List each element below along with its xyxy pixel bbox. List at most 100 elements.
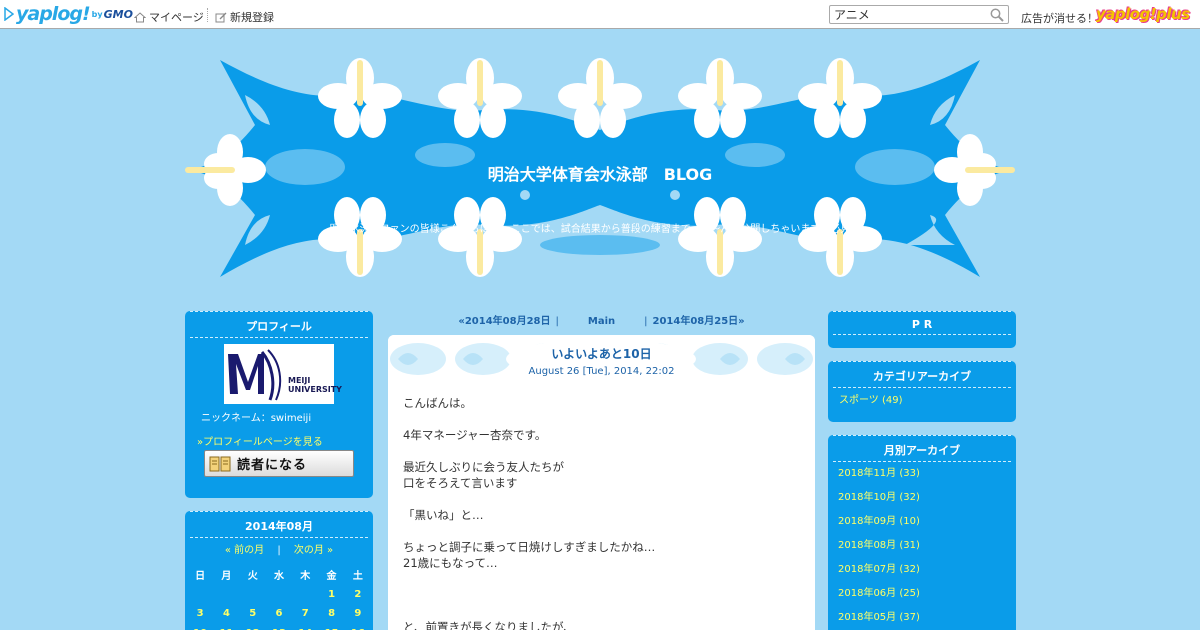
- mypage-link[interactable]: マイページ: [134, 9, 204, 25]
- logo-by: by: [91, 9, 103, 19]
- weekday-label: 日: [195, 571, 206, 583]
- entry-line: [403, 523, 655, 539]
- yaplog-plus-logo[interactable]: yaplog!plus: [1096, 5, 1190, 23]
- entry-line: [403, 571, 655, 587]
- entry-line: [403, 603, 655, 619]
- logo-text: yaplog!: [16, 3, 91, 25]
- register-link[interactable]: 新規登録: [215, 9, 274, 25]
- nickname: ニックネーム：swimeiji: [201, 413, 312, 424]
- weekday-label: 火: [247, 571, 258, 583]
- entry-line: ちょっと調子に乗って日焼けしすぎましたかね…: [403, 540, 656, 554]
- weekday-label: 月: [221, 571, 232, 583]
- calendar-day[interactable]: 7: [292, 608, 318, 619]
- search-input[interactable]: [830, 6, 980, 23]
- nav-separator: |: [555, 316, 559, 327]
- weekday-label: 水: [273, 571, 284, 583]
- logo-play-icon: [4, 7, 14, 21]
- profile-heading: プロフィール: [190, 312, 368, 338]
- calendar-day[interactable]: 5: [240, 608, 266, 619]
- blog-title[interactable]: 明治大学体育会水泳部 BLOG: [185, 161, 1015, 185]
- month-link[interactable]: 2018年05月 (37): [838, 608, 920, 630]
- search-box: [829, 5, 1009, 24]
- weekday-label: 金: [326, 571, 337, 583]
- university-name-line1: MEIJI: [288, 376, 311, 385]
- entry-line: [403, 443, 655, 459]
- entry-date: August 26 [Tue], 2014, 22:02: [528, 366, 675, 377]
- university-name-line2: UNIVERSITY: [288, 385, 342, 394]
- blog-header: 明治大学体育会水泳部 BLOG 明大水泳部ファンの皆様こんにちは☆☆ ここでは、…: [185, 55, 1015, 280]
- month-link[interactable]: 2018年07月 (32): [838, 560, 920, 584]
- category-link-sports[interactable]: スポーツ (49): [839, 391, 903, 406]
- meiji-university-logo[interactable]: MEIJI UNIVERSITY: [224, 344, 342, 404]
- calendar-day[interactable]: 4: [213, 608, 239, 619]
- profile-box: プロフィール MEIJI UNIVERSITY ニックネーム：swimeiji …: [185, 311, 373, 498]
- meiji-emblem-icon: [228, 349, 282, 401]
- entry-body: こんばんは。 4年マネージャー杏奈です。 最近久しぶりに会う友人たちが 口をそろ…: [403, 395, 655, 630]
- entry-line: 最近久しぶりに会う友人たちが: [403, 460, 564, 474]
- entry-nav: «2014年08月28日 | Main | 2014年08月25日»: [388, 312, 815, 327]
- university-name: MEIJI UNIVERSITY: [288, 376, 342, 394]
- become-reader-label: 読者になる: [237, 458, 308, 473]
- register-label: 新規登録: [230, 11, 274, 24]
- nav-separator: |: [644, 316, 648, 327]
- entry-line: 4年マネージャー杏奈です。: [403, 428, 547, 442]
- category-archive-box: カテゴリアーカイブ スポーツ (49): [828, 361, 1016, 422]
- entry-line: 「黒いね」と…: [403, 508, 484, 522]
- yaplog-logo[interactable]: yaplog! by GMO: [4, 2, 133, 26]
- blog-description: 明大水泳部ファンの皆様こんにちは☆☆ ここでは、試合結果から普段の練習まで、ど〜…: [329, 224, 871, 235]
- category-heading: カテゴリアーカイブ: [833, 362, 1011, 388]
- calendar-week-row: 10 11 12 13 14 15 16: [187, 624, 371, 630]
- calendar-box: 2014年08月 « 前の月 | 次の月 » 日 月 火 水 木 金 土 1 2…: [185, 511, 373, 630]
- entry-line: 口をそろえて言います: [403, 476, 518, 490]
- calendar-nav: « 前の月 | 次の月 »: [185, 541, 373, 556]
- entry-line: [403, 587, 655, 603]
- logo-gmo: GMO: [103, 7, 133, 21]
- month-link[interactable]: 2018年08月 (31): [838, 536, 920, 560]
- calendar-day[interactable]: 8: [318, 608, 344, 619]
- top-divider: [207, 8, 208, 22]
- become-reader-button[interactable]: 読者になる: [204, 450, 354, 477]
- calendar-weekday-row: 日 月 火 水 木 金 土: [187, 565, 371, 585]
- book-icon: [209, 456, 231, 471]
- calendar-day[interactable]: 1: [318, 589, 344, 600]
- blog-entry: いよいよあと10日 August 26 [Tue], 2014, 22:02 こ…: [388, 335, 815, 630]
- entry-title[interactable]: いよいよあと10日: [388, 345, 815, 362]
- calendar-day[interactable]: 6: [266, 608, 292, 619]
- month-link[interactable]: 2018年09月 (10): [838, 512, 920, 536]
- entry-line: 21歳にもなって…: [403, 556, 498, 570]
- calendar-day[interactable]: 2: [345, 589, 371, 600]
- main-link[interactable]: Main: [588, 316, 615, 327]
- entry-line: [403, 491, 655, 507]
- next-entry-link[interactable]: 2014年08月25日»: [653, 316, 745, 327]
- calendar-nav-separator: |: [277, 545, 281, 556]
- calendar-next-month[interactable]: 次の月 »: [294, 545, 333, 556]
- month-link[interactable]: 2018年06月 (25): [838, 584, 920, 608]
- weekday-label: 土: [352, 571, 363, 583]
- monthly-archive-box: 月別アーカイブ 2018年11月 (33) 2018年10月 (32) 2018…: [828, 435, 1016, 630]
- calendar-day[interactable]: 9: [345, 608, 371, 619]
- prev-entry-link[interactable]: «2014年08月28日: [458, 316, 550, 327]
- calendar-heading: 2014年08月: [190, 512, 368, 538]
- entry-line: [403, 411, 655, 427]
- month-link[interactable]: 2018年10月 (32): [838, 488, 920, 512]
- home-icon: [134, 11, 146, 22]
- pr-heading: P R: [833, 312, 1011, 335]
- profile-page-link[interactable]: »プロフィールページを見る: [197, 433, 323, 448]
- calendar-week-row: 1 2: [187, 585, 371, 605]
- monthly-archive-list: 2018年11月 (33) 2018年10月 (32) 2018年09月 (10…: [838, 464, 920, 630]
- entry-line: こんばんは。: [403, 396, 472, 410]
- month-link[interactable]: 2018年11月 (33): [838, 464, 920, 488]
- calendar-day[interactable]: 3: [187, 608, 213, 619]
- monthly-heading: 月別アーカイブ: [833, 436, 1011, 462]
- calendar-week-row: 3 4 5 6 7 8 9: [187, 604, 371, 624]
- calendar-grid: 日 月 火 水 木 金 土 1 2 3 4 5 6 7 8 9 10: [187, 565, 371, 630]
- search-icon[interactable]: [990, 8, 1004, 22]
- adfree-text: 広告が消せる！: [1021, 12, 1098, 25]
- pr-box: P R: [828, 311, 1016, 348]
- entry-line: と、前置きが長くなりましたが、: [403, 620, 575, 630]
- weekday-label: 木: [300, 571, 311, 583]
- top-bar: yaplog! by GMO マイページ 新規登録 広告が消せる！ yaplog…: [0, 0, 1200, 29]
- mypage-label: マイページ: [149, 11, 204, 24]
- calendar-prev-month[interactable]: « 前の月: [225, 545, 264, 556]
- edit-icon: [215, 12, 227, 22]
